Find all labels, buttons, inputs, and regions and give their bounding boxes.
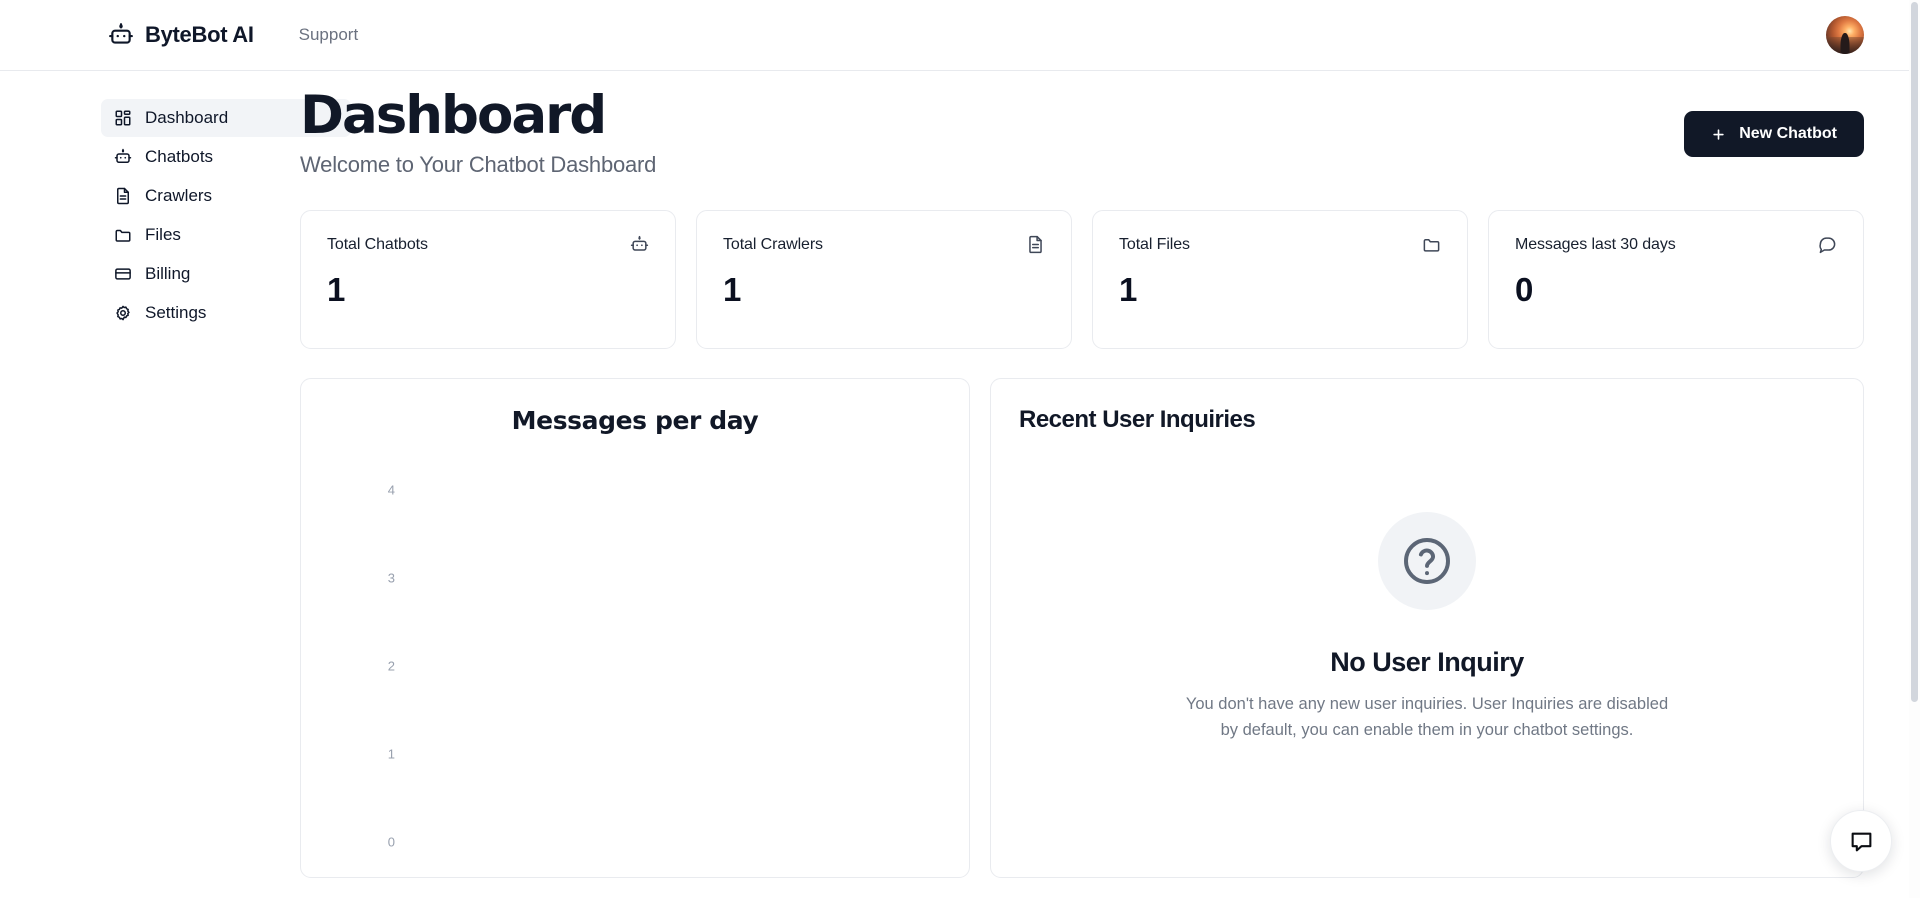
page-title-block: Dashboard Welcome to Your Chatbot Dashbo… (300, 85, 657, 178)
layout-dashboard-icon (114, 109, 132, 127)
page-subtitle: Welcome to Your Chatbot Dashboard (300, 152, 657, 178)
new-chatbot-label: New Chatbot (1739, 125, 1837, 142)
new-chatbot-button[interactable]: New Chatbot (1684, 111, 1864, 157)
scrollbar-thumb[interactable] (1911, 2, 1918, 702)
empty-state-text: You don't have any new user inquiries. U… (1185, 695, 1669, 740)
folder-icon (1422, 235, 1441, 254)
gear-icon (114, 304, 132, 322)
stat-label: Messages last 30 days (1515, 235, 1676, 253)
avatar[interactable] (1826, 16, 1864, 54)
bot-icon (630, 235, 649, 254)
main-content: Dashboard Welcome to Your Chatbot Dashbo… (300, 71, 1920, 898)
empty-state-title: No User Inquiry (1330, 647, 1524, 677)
stat-card-total-files: Total Files 1 (1092, 210, 1468, 349)
recent-user-inquiries-panel: Recent User Inquiries No User Inquiry Yo… (990, 378, 1864, 878)
y-tick: 0 (387, 834, 395, 850)
message-square-icon (1849, 829, 1874, 854)
y-tick: 3 (387, 570, 395, 586)
file-text-icon (1026, 235, 1045, 254)
bot-icon (114, 148, 132, 166)
sidebar-nav: Dashboard Chatbots Crawlers Files Billin… (0, 99, 351, 332)
stat-label: Total Chatbots (327, 235, 428, 253)
sidebar-item-label: Settings (145, 303, 207, 322)
stat-value: 1 (1119, 271, 1137, 308)
brand[interactable]: ByteBot AI (108, 22, 254, 48)
folder-icon (114, 226, 132, 244)
sidebar-item-label: Dashboard (145, 108, 229, 127)
empty-state-badge (1378, 512, 1476, 610)
stat-card-total-crawlers: Total Crawlers 1 (696, 210, 1072, 349)
sidebar-item-label: Files (145, 225, 181, 244)
y-tick: 4 (387, 482, 395, 498)
sidebar: Dashboard Chatbots Crawlers Files Billin… (0, 71, 351, 898)
stat-cards: Total Chatbots 1 Total Crawlers 1 Total … (300, 210, 1864, 349)
empty-state: No User Inquiry You don't have any new u… (1019, 434, 1835, 743)
bot-icon (108, 22, 134, 48)
stat-value: 1 (723, 271, 741, 308)
y-tick: 1 (387, 746, 395, 762)
messages-per-day-panel: Messages per day 4 3 2 1 0 (300, 378, 970, 878)
stat-value: 0 (1515, 271, 1533, 308)
app-shell: Dashboard Chatbots Crawlers Files Billin… (0, 71, 1920, 898)
credit-card-icon (114, 265, 132, 283)
top-bar: ByteBot AI Support (0, 0, 1920, 71)
file-text-icon (114, 187, 132, 205)
page-title: Dashboard (300, 85, 607, 146)
sidebar-item-label: Chatbots (145, 147, 214, 166)
stat-card-total-chatbots: Total Chatbots 1 (300, 210, 676, 349)
sidebar-item-label: Billing (145, 264, 191, 283)
plus-icon (1711, 127, 1726, 142)
nav-link-support[interactable]: Support (299, 25, 359, 45)
stat-label: Total Files (1119, 235, 1190, 253)
stat-card-header: Messages last 30 days (1515, 235, 1837, 254)
question-circle-icon (1399, 533, 1455, 589)
stat-card-messages-last-30-days: Messages last 30 days 0 (1488, 210, 1864, 349)
stat-label: Total Crawlers (723, 235, 823, 253)
sidebar-item-label: Crawlers (145, 186, 213, 205)
message-square-icon (1818, 235, 1837, 254)
chart-title: Messages per day (511, 406, 759, 435)
chat-widget-button[interactable] (1830, 810, 1892, 872)
stat-card-header: Total Crawlers (723, 235, 1045, 254)
stat-card-header: Total Chatbots (327, 235, 649, 254)
stat-card-header: Total Files (1119, 235, 1441, 254)
stat-value: 1 (327, 271, 345, 308)
page-header: Dashboard Welcome to Your Chatbot Dashbo… (300, 71, 1864, 191)
brand-name: ByteBot AI (145, 22, 254, 47)
top-bar-right (1826, 16, 1864, 54)
y-tick: 2 (387, 658, 395, 674)
top-nav: Support (299, 25, 359, 45)
chart-y-axis: 4 3 2 1 0 (373, 456, 395, 876)
messages-per-day-chart: 4 3 2 1 0 (329, 456, 941, 876)
dashboard-panels: Messages per day 4 3 2 1 0 Recent User I… (300, 378, 1864, 878)
panel-title: Recent User Inquiries (1019, 406, 1256, 433)
page-scrollbar[interactable] (1909, 0, 1920, 898)
